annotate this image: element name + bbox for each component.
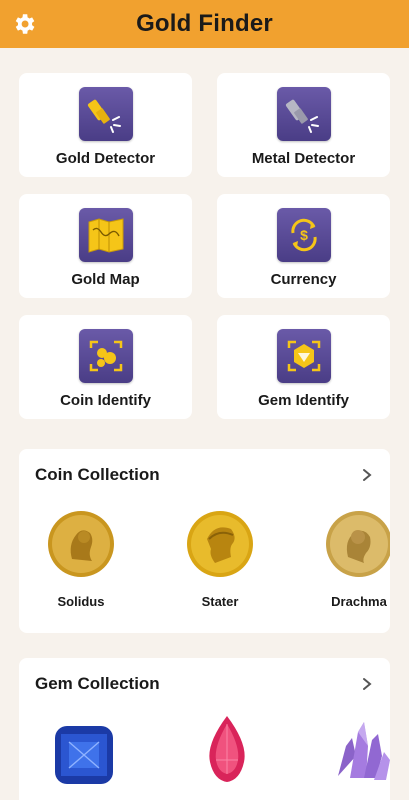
- page-title: Gold Finder: [136, 10, 273, 37]
- tile-label: Gold Map: [71, 271, 140, 288]
- coin-item-stater[interactable]: Stater: [170, 509, 270, 609]
- gold-map-tile[interactable]: Gold Map: [19, 194, 192, 298]
- coin-item-drachma[interactable]: Drachma: [309, 509, 390, 609]
- section-title: Coin Collection: [35, 465, 160, 484]
- gem-collection-header[interactable]: Gem Collection: [19, 658, 390, 710]
- section-title: Gem Collection: [35, 674, 160, 693]
- tile-label: Currency: [270, 271, 337, 288]
- gem-collection-card: Gem Collection: [19, 658, 390, 800]
- gem-list: [19, 710, 390, 800]
- coin-name: Stater: [201, 594, 239, 609]
- coin-image: [187, 511, 253, 577]
- ruby-gem-icon: [209, 716, 245, 782]
- gold-detector-tile[interactable]: Gold Detector: [19, 73, 192, 177]
- coin-collection-header[interactable]: Coin Collection: [19, 449, 390, 501]
- chevron-right-icon[interactable]: [360, 677, 374, 691]
- coin-image: [326, 511, 390, 577]
- tile-label: Coin Identify: [60, 392, 151, 409]
- gem-item-ruby[interactable]: [177, 714, 277, 789]
- metal-detector-tile[interactable]: Metal Detector: [217, 73, 390, 177]
- tile-label: Gem Identify: [258, 392, 349, 409]
- coin-item-solidus[interactable]: Solidus: [31, 509, 131, 609]
- svg-text:$: $: [300, 227, 308, 243]
- gold-detector-icon: [78, 87, 133, 141]
- gem-identify-tile[interactable]: Gem Identify: [217, 315, 390, 419]
- coin-identify-tile[interactable]: Coin Identify: [19, 315, 192, 419]
- currency-tile[interactable]: $ Currency: [217, 194, 390, 298]
- coin-list: Solidus Stater Drachma: [19, 501, 390, 621]
- tile-label: Gold Detector: [55, 150, 156, 167]
- gem-item-sapphire[interactable]: [34, 720, 134, 795]
- coin-scan-icon: [78, 329, 133, 383]
- sapphire-gem-icon: [55, 726, 113, 784]
- coin-name: Drachma: [331, 594, 387, 609]
- amethyst-gem-icon: [338, 722, 390, 780]
- coin-name: Solidus: [57, 594, 105, 609]
- currency-exchange-icon: $: [276, 208, 331, 262]
- gear-icon[interactable]: [11, 11, 37, 37]
- tile-label: Metal Detector: [251, 150, 356, 167]
- app-header: Gold Finder: [0, 0, 409, 48]
- metal-detector-icon: [276, 87, 331, 141]
- gem-item-amethyst[interactable]: [313, 716, 390, 791]
- map-icon: [78, 208, 133, 262]
- coin-collection-card: Coin Collection Solidus Stater Drachma: [19, 449, 390, 633]
- gem-scan-icon: [276, 329, 331, 383]
- chevron-right-icon[interactable]: [360, 468, 374, 482]
- tools-grid: Gold Detector Metal Detector Gold Map $ …: [19, 73, 390, 419]
- coin-image: [48, 511, 114, 577]
